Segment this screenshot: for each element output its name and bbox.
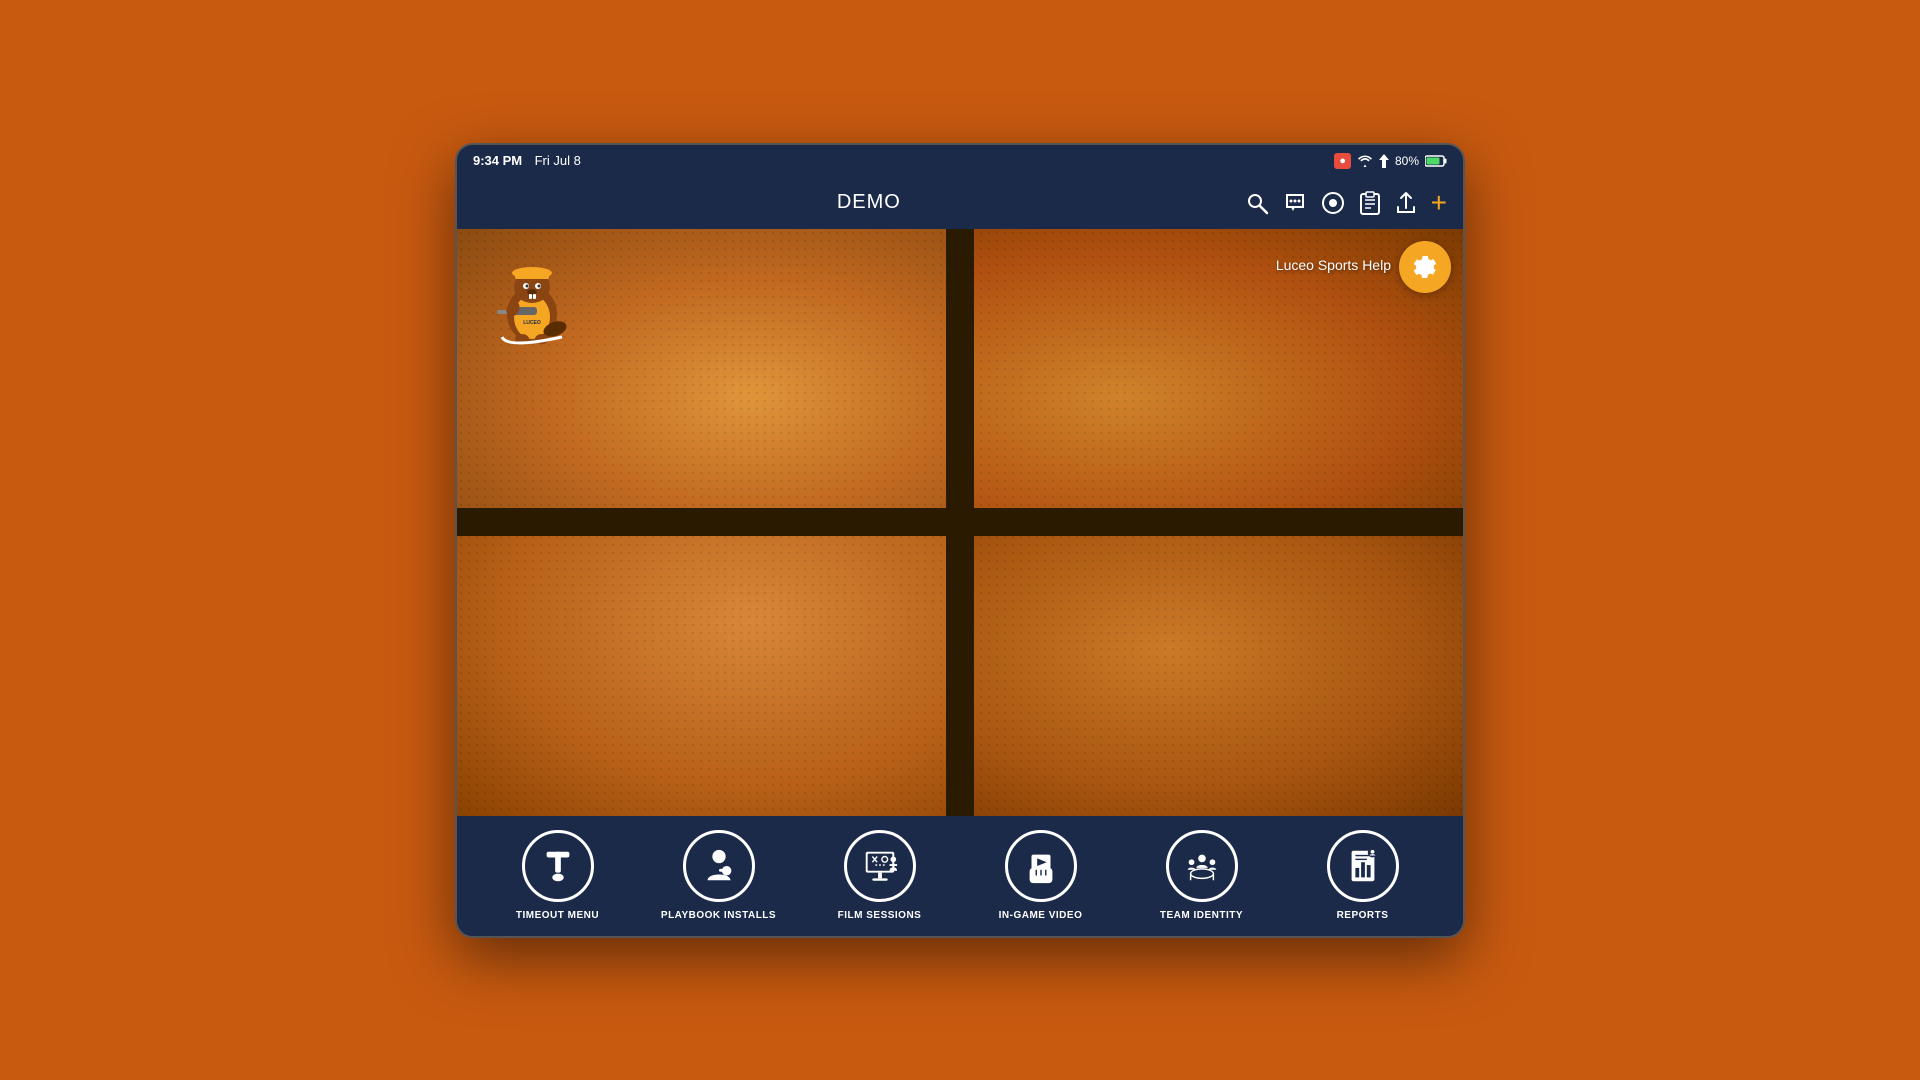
battery-icon: ● bbox=[1334, 153, 1351, 169]
reports-label: REPORTS bbox=[1337, 910, 1389, 921]
timeout-menu-item[interactable]: TIMEOUT MENU bbox=[477, 830, 638, 921]
in-game-video-label: IN-GAME VIDEO bbox=[999, 910, 1083, 921]
bottom-menu-bar: TIMEOUT MENU PLAYBOOK INSTALLS bbox=[457, 816, 1463, 936]
help-text: Luceo Sports Help bbox=[1276, 257, 1391, 273]
gear-icon bbox=[1411, 253, 1439, 281]
nav-bar: DEMO bbox=[457, 177, 1463, 229]
film-sessions-icon bbox=[861, 847, 899, 885]
battery-percent: 80% bbox=[1395, 154, 1419, 168]
timeout-menu-icon bbox=[539, 847, 577, 885]
search-icon[interactable] bbox=[1245, 191, 1269, 215]
reports-item[interactable]: REPORTS bbox=[1282, 830, 1443, 921]
timeout-menu-circle bbox=[522, 830, 594, 902]
film-sessions-label: FILM SESSIONS bbox=[838, 910, 922, 921]
in-game-video-icon bbox=[1022, 847, 1060, 885]
playbook-installs-circle bbox=[683, 830, 755, 902]
nav-icons: + bbox=[1245, 189, 1447, 217]
mascot-container: LUCEO bbox=[477, 249, 587, 349]
timeout-menu-label: TIMEOUT MENU bbox=[516, 910, 599, 921]
device-frame: 9:34 PM Fri Jul 8 ● 80% bbox=[455, 143, 1465, 938]
in-game-video-circle bbox=[1005, 830, 1077, 902]
status-time-date: 9:34 PM Fri Jul 8 bbox=[473, 152, 581, 170]
app-title: DEMO bbox=[493, 191, 1245, 214]
basketball-seam-vertical bbox=[946, 229, 974, 816]
panel-bottom-left bbox=[457, 536, 946, 816]
status-bar: 9:34 PM Fri Jul 8 ● 80% bbox=[457, 145, 1463, 177]
reports-circle bbox=[1327, 830, 1399, 902]
playbook-installs-label: PLAYBOOK INSTALLS bbox=[661, 910, 776, 921]
chat-icon[interactable] bbox=[1283, 191, 1307, 215]
settings-button[interactable] bbox=[1399, 241, 1451, 293]
team-identity-circle bbox=[1166, 830, 1238, 902]
playbook-installs-icon bbox=[700, 847, 738, 885]
team-identity-icon bbox=[1183, 847, 1221, 885]
playbook-installs-item[interactable]: PLAYBOOK INSTALLS bbox=[638, 830, 799, 921]
share-icon[interactable] bbox=[1395, 191, 1417, 215]
film-sessions-item[interactable]: FILM SESSIONS bbox=[799, 830, 960, 921]
svg-text:LUCEO: LUCEO bbox=[523, 320, 541, 326]
status-time: 9:34 PM bbox=[473, 153, 522, 168]
panel-bottom-right bbox=[974, 536, 1463, 816]
reports-icon bbox=[1344, 847, 1382, 885]
in-game-video-item[interactable]: IN-GAME VIDEO bbox=[960, 830, 1121, 921]
clipboard-icon[interactable] bbox=[1359, 191, 1381, 215]
add-icon[interactable]: + bbox=[1431, 189, 1447, 217]
signal-icon bbox=[1379, 154, 1389, 168]
team-identity-item[interactable]: TEAM IDENTITY bbox=[1121, 830, 1282, 921]
status-date: Fri Jul 8 bbox=[535, 153, 581, 168]
status-indicators: ● 80% bbox=[1334, 153, 1447, 169]
team-identity-label: TEAM IDENTITY bbox=[1160, 910, 1243, 921]
battery-outline-icon bbox=[1425, 155, 1447, 167]
main-content: LUCEO bbox=[457, 229, 1463, 816]
record-icon[interactable] bbox=[1321, 191, 1345, 215]
basketball-background bbox=[457, 229, 1463, 816]
mascot-logo: LUCEO bbox=[477, 249, 587, 349]
wifi-icon bbox=[1357, 155, 1373, 167]
film-sessions-circle bbox=[844, 830, 916, 902]
